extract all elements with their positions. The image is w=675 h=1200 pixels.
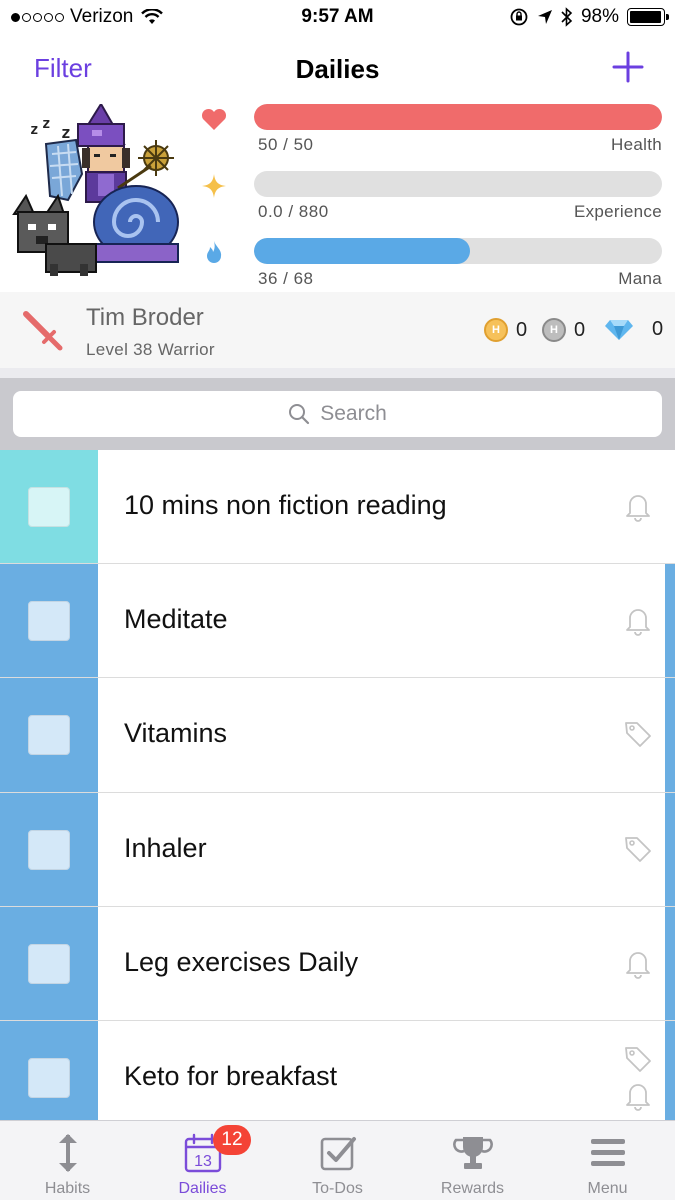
status-bar-right: 98% xyxy=(509,6,669,28)
search-icon xyxy=(289,404,310,425)
tab-bar: Habits 13 12 Dailies To-Dos Rewards Menu xyxy=(0,1120,675,1200)
gem-amount: 0 xyxy=(652,318,664,340)
task-checkbox[interactable] xyxy=(26,941,72,986)
mana-value: 36 / 68 xyxy=(258,269,314,288)
dailies-badge: 12 xyxy=(213,1125,251,1155)
task-title: Meditate xyxy=(124,604,228,635)
task-checkbox[interactable] xyxy=(26,827,72,872)
task-row[interactable]: Keto for breakfast xyxy=(0,1020,675,1120)
daily-task-list: 10 mins non fiction reading Meditate Vit… xyxy=(0,450,675,1120)
flame-icon xyxy=(207,241,222,263)
task-row[interactable]: Leg exercises Daily xyxy=(0,906,675,1021)
task-edge-strip xyxy=(665,678,675,792)
task-title: Vitamins xyxy=(124,718,228,749)
tab-label: Habits xyxy=(44,1180,91,1197)
plus-icon[interactable] xyxy=(611,50,645,84)
calendar-day: 13 xyxy=(194,1153,212,1170)
profile-row: Tim Broder Level 38 Warrior H 0 H 0 0 xyxy=(0,292,675,368)
gem-icon xyxy=(605,319,633,340)
task-checkbox[interactable] xyxy=(26,1055,72,1100)
gems-counter: 0 xyxy=(604,318,663,341)
svg-text:z: z xyxy=(42,116,50,132)
page-title: Dailies xyxy=(295,54,380,84)
gold-coin-icon: H xyxy=(484,318,508,342)
tab-rewards[interactable]: Rewards xyxy=(405,1121,540,1200)
silver-amount: 0 xyxy=(574,318,586,341)
navigation-bar: Filter Dailies xyxy=(0,36,675,102)
star-icon xyxy=(202,174,226,198)
task-title: Leg exercises Daily xyxy=(124,946,359,977)
task-checkbox[interactable] xyxy=(26,599,72,644)
tag-icon xyxy=(625,836,651,862)
health-value: 50 / 50 xyxy=(258,135,314,154)
stats-header: z z z 50 / 50 Health 0.0 / 880 Experienc… xyxy=(0,102,675,292)
task-row[interactable]: Vitamins xyxy=(0,678,675,793)
task-checkbox[interactable] xyxy=(26,713,72,758)
task-row[interactable]: Inhaler xyxy=(0,792,675,907)
tab-todos[interactable]: To-Dos xyxy=(270,1121,405,1200)
trophy-icon xyxy=(452,1137,493,1169)
task-edge-strip xyxy=(665,1020,675,1120)
task-edge-strip xyxy=(665,564,675,678)
task-row[interactable]: Meditate xyxy=(0,564,675,679)
orientation-lock-icon xyxy=(510,8,528,26)
battery-percent: 98% xyxy=(580,6,619,27)
experience-label: Experience xyxy=(573,202,662,221)
tab-label: Rewards xyxy=(440,1180,505,1197)
search-placeholder: Search xyxy=(320,402,387,425)
hamburger-icon xyxy=(590,1139,625,1166)
bell-icon xyxy=(626,1084,650,1111)
silver-coin-icon: H xyxy=(542,318,566,342)
bell-icon xyxy=(626,495,650,522)
task-title: Keto for breakfast xyxy=(124,1060,338,1091)
task-checkbox[interactable] xyxy=(26,485,72,529)
bell-icon xyxy=(626,951,650,979)
mana-label: Mana xyxy=(618,269,662,288)
mana-bar xyxy=(254,238,662,264)
tab-habits[interactable]: Habits xyxy=(0,1121,135,1200)
arrows-vertical-icon xyxy=(58,1134,77,1172)
bell-icon xyxy=(626,609,650,637)
tab-label: Menu xyxy=(587,1180,628,1197)
search-input[interactable]: Search xyxy=(13,391,662,437)
task-edge-strip xyxy=(665,792,675,906)
status-bar: Verizon 9:57 AM 98% xyxy=(0,0,675,36)
sword-icon xyxy=(23,311,63,351)
checkbox-icon xyxy=(320,1137,356,1171)
tab-menu[interactable]: Menu xyxy=(540,1121,675,1200)
user-level: Level 38 Warrior xyxy=(86,340,215,359)
task-title: Inhaler xyxy=(124,832,207,863)
tab-dailies[interactable]: 13 12 Dailies xyxy=(135,1121,270,1200)
silver-counter: H 0 xyxy=(542,318,585,342)
tab-label: To-Dos xyxy=(312,1180,363,1197)
experience-bar xyxy=(254,171,662,197)
tab-label: Dailies xyxy=(178,1180,227,1197)
task-edge-strip xyxy=(665,906,675,1020)
experience-value: 0.0 / 880 xyxy=(258,202,329,221)
search-area: Search xyxy=(0,368,675,450)
svg-text:z: z xyxy=(61,123,71,142)
svg-text:z: z xyxy=(30,122,38,138)
avatar-image[interactable]: z z z xyxy=(6,104,186,280)
bluetooth-icon xyxy=(561,7,573,27)
tag-icon xyxy=(625,1047,651,1072)
heart-icon xyxy=(201,108,227,130)
tag-icon xyxy=(625,722,651,748)
health-label: Health xyxy=(611,135,662,154)
task-title: 10 mins non fiction reading xyxy=(124,490,447,520)
task-row[interactable]: 10 mins non fiction reading xyxy=(0,450,675,565)
health-bar xyxy=(254,104,662,130)
gold-amount: 0 xyxy=(516,318,528,341)
battery-icon xyxy=(627,8,669,26)
gold-counter: H 0 xyxy=(484,318,527,342)
location-arrow-icon xyxy=(537,10,552,24)
user-name: Tim Broder xyxy=(86,304,204,331)
